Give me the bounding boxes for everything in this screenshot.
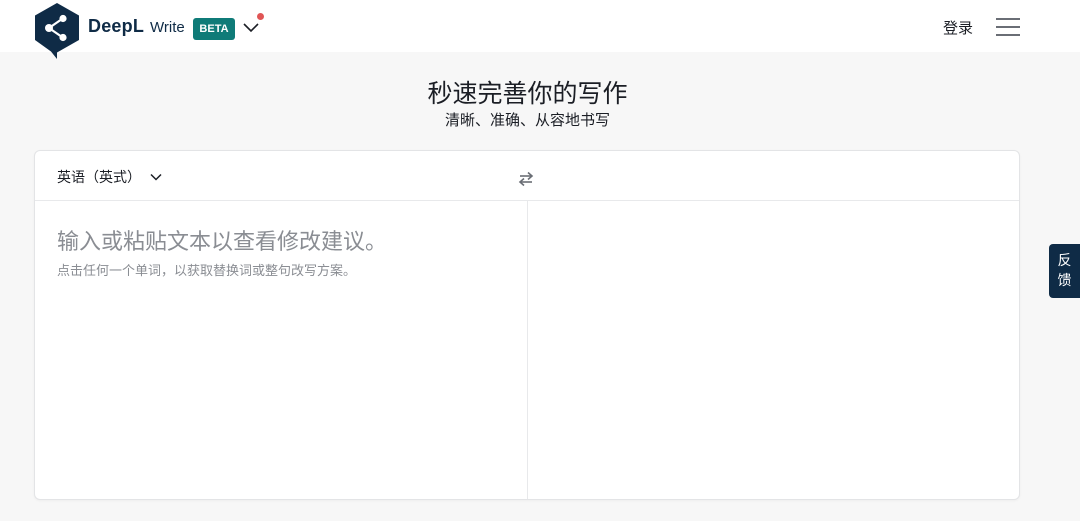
top-header: DeepL Write BETA 登录 (0, 0, 1080, 59)
language-select[interactable]: 英语（英式） (57, 166, 163, 188)
notification-dot (257, 13, 264, 20)
deepl-logo-icon[interactable] (33, 2, 81, 60)
improved-text-output (528, 202, 1019, 499)
menu-line (996, 26, 1020, 28)
swap-button[interactable] (517, 170, 535, 188)
product-name: Write (150, 19, 185, 36)
input-hint: 点击任何一个单词，以获取替换词或整句改写方案。 (57, 264, 357, 279)
feedback-label-line2: 馈 (1057, 273, 1072, 289)
editor-card: 英语（英式） 输入或粘贴文本以查看修改建议。 点击任何一个单词，以获取替换词或整… (34, 150, 1020, 500)
source-text-input[interactable]: 输入或粘贴文本以查看修改建议。 点击任何一个单词，以获取替换词或整句改写方案。 (35, 202, 527, 499)
page-subtitle: 清晰、准确、从容地书写 (444, 111, 610, 129)
language-label: 英语（英式） (57, 170, 141, 186)
editor-toolbar: 英语（英式） (35, 151, 1019, 201)
menu-line (996, 34, 1020, 36)
chevron-down-icon (150, 173, 162, 181)
page-title: 秒速完善你的写作 (427, 79, 628, 108)
feedback-label-line1: 反 (1057, 253, 1072, 269)
swap-arrows-icon (518, 171, 534, 187)
hamburger-menu-button[interactable] (996, 18, 1020, 36)
brand-name: DeepL (88, 16, 145, 36)
beta-badge: BETA (193, 18, 235, 40)
input-placeholder: 输入或粘贴文本以查看修改建议。 (57, 230, 388, 255)
menu-line (996, 18, 1020, 20)
feedback-button[interactable]: 反 馈 (1049, 244, 1080, 298)
login-link[interactable]: 登录 (943, 17, 973, 38)
